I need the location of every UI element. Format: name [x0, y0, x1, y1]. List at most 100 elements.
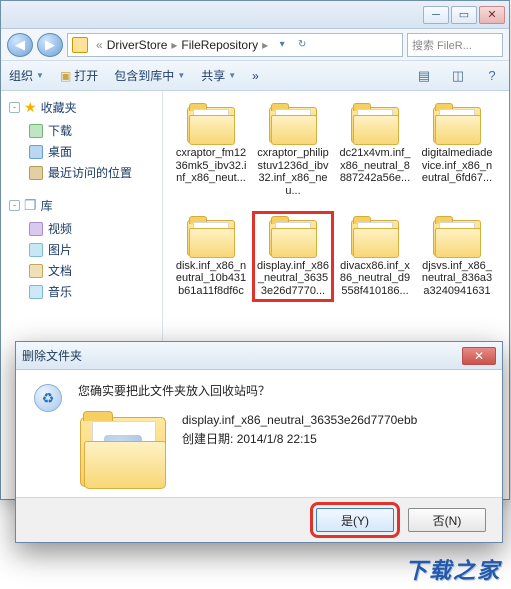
change-view-icon[interactable]: ▤ [415, 67, 433, 85]
dialog-body: ♻ 您确实要把此文件夹放入回收站吗？ display.inf_x86_neutr… [16, 370, 502, 497]
folder-item[interactable]: digitalmediadevice.inf_x86_neutral_6fd67… [421, 103, 493, 198]
dialog-created-label: 创建日期: [182, 432, 233, 446]
folder-icon [267, 216, 319, 258]
folder-item[interactable]: djsvs.inf_x86_neutral_836a3a3240941631 [421, 216, 493, 298]
address-refresh-icon[interactable]: ↻ [292, 34, 312, 56]
dialog-footer: 是(Y) 否(N) [16, 497, 502, 542]
folder-icon [185, 216, 237, 258]
help-icon[interactable]: ? [483, 67, 501, 85]
folder-item[interactable]: dc21x4vm.inf_x86_neutral_8887242a56e... [339, 103, 411, 198]
tree-item-label: 下载 [48, 122, 72, 139]
folder-item[interactable]: cxraptor_fm1236mk5_ibv32.inf_x86_neut... [175, 103, 247, 198]
folder-item[interactable]: cxraptor_philipstuv1236d_ibv32.inf_x86_n… [257, 103, 329, 198]
tree-item-pictures[interactable]: 图片 [9, 239, 158, 260]
tree-libraries-label: 库 [41, 197, 53, 214]
toolbar-open-label: 打开 [74, 67, 98, 84]
breadcrumb-2[interactable]: FileRepository [181, 38, 258, 52]
toolbar-share[interactable]: 共享 ▼ [201, 67, 236, 84]
dialog-no-button[interactable]: 否(N) [408, 508, 486, 532]
folder-icon [349, 103, 401, 145]
search-input[interactable]: 搜索 FileR... [407, 33, 503, 57]
dropdown-icon: ▼ [177, 71, 185, 80]
tree-item-label: 最近访问的位置 [48, 164, 132, 181]
breadcrumb-sep-icon: ▸ [171, 38, 177, 52]
tree-item-recent[interactable]: 最近访问的位置 [9, 162, 158, 183]
open-icon: ▣ [60, 69, 71, 83]
folder-name: divacx86.inf_x86_neutral_d9558f410186... [339, 260, 411, 298]
dialog-title: 删除文件夹 [22, 347, 82, 364]
tree-item-documents[interactable]: 文档 [9, 260, 158, 281]
dialog-question: 您确实要把此文件夹放入回收站吗？ [78, 382, 484, 399]
window-maximize-button[interactable]: ▭ [451, 6, 477, 24]
breadcrumb-sep-icon: « [96, 38, 103, 52]
tree-item-desktop[interactable]: 桌面 [9, 141, 158, 162]
folder-name: djsvs.inf_x86_neutral_836a3a3240941631 [421, 260, 493, 298]
desktop-icon [29, 145, 43, 159]
folder-name: display.inf_x86_neutral_36353e26d7770... [257, 260, 329, 298]
window-titlebar: ─ ▭ ✕ [1, 1, 509, 29]
dialog-titlebar: 删除文件夹 ✕ [16, 342, 502, 370]
tree-favorites: - ★ 收藏夹 下载桌面最近访问的位置 [9, 99, 158, 183]
dialog-close-button[interactable]: ✕ [462, 347, 496, 365]
toolbar-overflow[interactable]: » [252, 69, 259, 83]
window-close-button[interactable]: ✕ [479, 6, 505, 24]
tree-favorites-head[interactable]: - ★ 收藏夹 [9, 99, 158, 116]
breadcrumb-sep-icon: ▸ [262, 38, 268, 52]
folder-name: cxraptor_philipstuv1236d_ibv32.inf_x86_n… [257, 147, 329, 198]
pictures-icon [29, 243, 43, 257]
videos-icon [29, 222, 43, 236]
collapse-icon[interactable]: - [9, 200, 20, 211]
dialog-yes-button[interactable]: 是(Y) [316, 508, 394, 532]
dialog-text: 您确实要把此文件夹放入回收站吗？ display.inf_x86_neutral… [78, 382, 484, 493]
folder-preview-icon [78, 411, 170, 493]
dropdown-icon: ▼ [36, 71, 44, 80]
window-minimize-button[interactable]: ─ [423, 6, 449, 24]
tree-item-videos[interactable]: 视频 [9, 218, 158, 239]
dialog-info: display.inf_x86_neutral_36353e26d7770ebb… [78, 411, 484, 493]
folder-grid: cxraptor_fm1236mk5_ibv32.inf_x86_neut...… [175, 103, 501, 297]
documents-icon [29, 264, 43, 278]
address-row: ◀ ▶ « DriverStore ▸ FileRepository ▸ ▾ ↻… [1, 29, 509, 61]
tree-item-label: 桌面 [48, 143, 72, 160]
nav-back-button[interactable]: ◀ [7, 33, 33, 57]
folder-icon [185, 103, 237, 145]
folder-icon [267, 103, 319, 145]
folder-item[interactable]: divacx86.inf_x86_neutral_d9558f410186... [339, 216, 411, 298]
folder-name: digitalmediadevice.inf_x86_neutral_6fd67… [421, 147, 493, 185]
folder-icon [431, 216, 483, 258]
dialog-created-value: 2014/1/8 22:15 [237, 432, 317, 446]
dropdown-icon: ▼ [228, 71, 236, 80]
folder-name: disk.inf_x86_neutral_10b431b61a11f8df6c [175, 260, 247, 298]
folder-name: cxraptor_fm1236mk5_ibv32.inf_x86_neut... [175, 147, 247, 185]
tree-item-label: 视频 [48, 220, 72, 237]
toolbar: 组织 ▼ ▣ 打开 包含到库中 ▼ 共享 ▼ » ▤ ◫ ? [1, 61, 509, 91]
toolbar-include-in-library[interactable]: 包含到库中 ▼ [114, 67, 185, 84]
nav-forward-button[interactable]: ▶ [37, 33, 63, 57]
downloads-icon [29, 124, 43, 138]
preview-pane-icon[interactable]: ◫ [449, 67, 467, 85]
tree-item-downloads[interactable]: 下载 [9, 120, 158, 141]
address-bar[interactable]: « DriverStore ▸ FileRepository ▸ ▾ ↻ [67, 33, 403, 57]
tree-libraries-head[interactable]: - ❐ 库 [9, 197, 158, 214]
toolbar-organize-label: 组织 [9, 67, 33, 84]
tree-item-label: 图片 [48, 241, 72, 258]
folder-item[interactable]: display.inf_x86_neutral_36353e26d7770... [257, 216, 329, 298]
watermark: 下载之家 [405, 553, 501, 585]
dialog-item-name: display.inf_x86_neutral_36353e26d7770ebb [182, 411, 417, 430]
dialog-created-row: 创建日期: 2014/1/8 22:15 [182, 430, 417, 449]
toolbar-include-label: 包含到库中 [114, 67, 174, 84]
folder-icon [349, 216, 401, 258]
toolbar-organize[interactable]: 组织 ▼ [9, 67, 44, 84]
tree-item-music[interactable]: 音乐 [9, 281, 158, 302]
tree-item-label: 音乐 [48, 283, 72, 300]
delete-folder-dialog: 删除文件夹 ✕ ♻ 您确实要把此文件夹放入回收站吗？ display.inf_x… [15, 341, 503, 543]
toolbar-open[interactable]: ▣ 打开 [60, 67, 98, 84]
address-dropdown-icon[interactable]: ▾ [272, 34, 292, 56]
tree-libraries: - ❐ 库 视频图片文档音乐 [9, 197, 158, 302]
folder-name: dc21x4vm.inf_x86_neutral_8887242a56e... [339, 147, 411, 185]
tree-item-label: 文档 [48, 262, 72, 279]
folder-item[interactable]: disk.inf_x86_neutral_10b431b61a11f8df6c [175, 216, 247, 298]
collapse-icon[interactable]: - [9, 102, 20, 113]
breadcrumb-1[interactable]: DriverStore [107, 38, 168, 52]
recycle-icon: ♻ [34, 384, 62, 412]
